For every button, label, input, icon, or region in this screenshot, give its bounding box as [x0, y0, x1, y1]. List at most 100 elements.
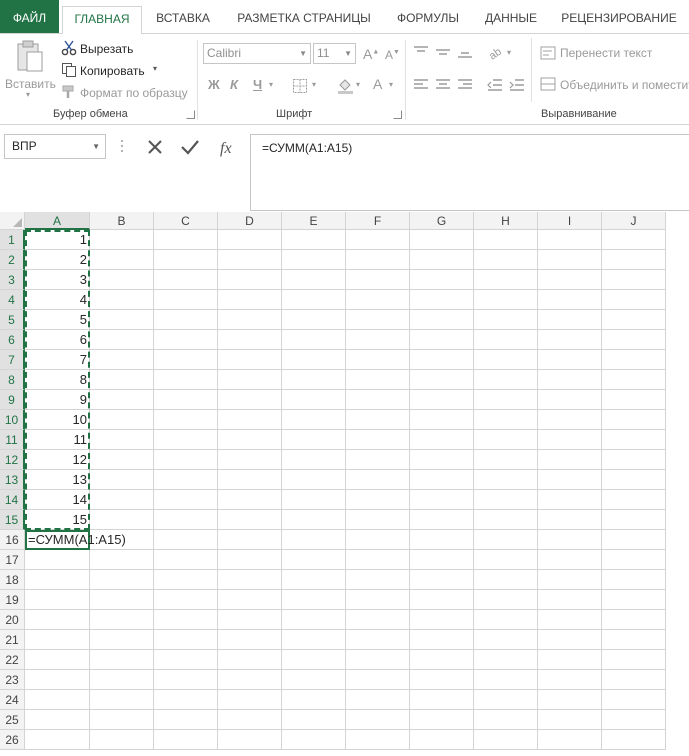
row-header-2[interactable]: 2 [0, 250, 25, 270]
cell-c13[interactable] [154, 470, 218, 490]
tab-file[interactable]: ФАЙЛ [0, 0, 59, 33]
cell-a22[interactable] [25, 650, 90, 670]
cell-e14[interactable] [282, 490, 346, 510]
cell-b26[interactable] [90, 730, 154, 750]
cell-b22[interactable] [90, 650, 154, 670]
row-header-18[interactable]: 18 [0, 570, 25, 590]
cell-j19[interactable] [602, 590, 666, 610]
cell-f22[interactable] [346, 650, 410, 670]
cell-i18[interactable] [538, 570, 602, 590]
row-header-12[interactable]: 12 [0, 450, 25, 470]
row-header-19[interactable]: 19 [0, 590, 25, 610]
cell-j10[interactable] [602, 410, 666, 430]
cell-f16[interactable] [346, 530, 410, 550]
cell-e10[interactable] [282, 410, 346, 430]
cut-button[interactable]: Вырезать [60, 38, 170, 58]
row-header-4[interactable]: 4 [0, 290, 25, 310]
cell-a25[interactable] [25, 710, 90, 730]
cell-g3[interactable] [410, 270, 474, 290]
cell-b2[interactable] [90, 250, 154, 270]
cell-g22[interactable] [410, 650, 474, 670]
cell-g7[interactable] [410, 350, 474, 370]
cell-c2[interactable] [154, 250, 218, 270]
cell-d26[interactable] [218, 730, 282, 750]
cell-j6[interactable] [602, 330, 666, 350]
cell-f21[interactable] [346, 630, 410, 650]
cell-b8[interactable] [90, 370, 154, 390]
cell-e20[interactable] [282, 610, 346, 630]
cell-d11[interactable] [218, 430, 282, 450]
borders-icon[interactable] [292, 78, 308, 94]
cell-e23[interactable] [282, 670, 346, 690]
cell-g5[interactable] [410, 310, 474, 330]
cell-i7[interactable] [538, 350, 602, 370]
cell-a4[interactable]: 4 [25, 290, 90, 310]
cell-a5[interactable]: 5 [25, 310, 90, 330]
cell-b3[interactable] [90, 270, 154, 290]
cell-i16[interactable] [538, 530, 602, 550]
cell-j15[interactable] [602, 510, 666, 530]
cell-j3[interactable] [602, 270, 666, 290]
row-header-7[interactable]: 7 [0, 350, 25, 370]
cell-c17[interactable] [154, 550, 218, 570]
cell-d25[interactable] [218, 710, 282, 730]
cell-a6[interactable]: 6 [25, 330, 90, 350]
cell-f14[interactable] [346, 490, 410, 510]
cell-i15[interactable] [538, 510, 602, 530]
align-right-icon[interactable] [457, 78, 473, 92]
cell-j16[interactable] [602, 530, 666, 550]
cell-h7[interactable] [474, 350, 538, 370]
cell-i4[interactable] [538, 290, 602, 310]
cell-b25[interactable] [90, 710, 154, 730]
cell-j14[interactable] [602, 490, 666, 510]
row-header-9[interactable]: 9 [0, 390, 25, 410]
tab-page-layout[interactable]: РАЗМЕТКА СТРАНИЦЫ [234, 0, 374, 33]
cell-h9[interactable] [474, 390, 538, 410]
cell-c26[interactable] [154, 730, 218, 750]
cell-e3[interactable] [282, 270, 346, 290]
cell-c9[interactable] [154, 390, 218, 410]
cell-h24[interactable] [474, 690, 538, 710]
chevron-down-icon[interactable]: ▾ [312, 80, 316, 89]
cell-i2[interactable] [538, 250, 602, 270]
cell-g2[interactable] [410, 250, 474, 270]
cell-c5[interactable] [154, 310, 218, 330]
decrease-indent-icon[interactable] [487, 78, 503, 92]
paste-button[interactable]: Вставить ▾ [4, 38, 56, 102]
cell-g9[interactable] [410, 390, 474, 410]
cell-i23[interactable] [538, 670, 602, 690]
cell-a9[interactable]: 9 [25, 390, 90, 410]
italic-button[interactable]: К [230, 77, 238, 92]
cell-g26[interactable] [410, 730, 474, 750]
align-middle-icon[interactable] [435, 45, 451, 59]
cell-b20[interactable] [90, 610, 154, 630]
cell-b9[interactable] [90, 390, 154, 410]
cell-c1[interactable] [154, 230, 218, 250]
chevron-down-icon[interactable]: ▾ [507, 48, 511, 57]
cell-i20[interactable] [538, 610, 602, 630]
cell-d19[interactable] [218, 590, 282, 610]
cell-h26[interactable] [474, 730, 538, 750]
cell-a1[interactable]: 1 [25, 230, 90, 250]
row-header-6[interactable]: 6 [0, 330, 25, 350]
cell-b6[interactable] [90, 330, 154, 350]
cell-e1[interactable] [282, 230, 346, 250]
cell-a7[interactable]: 7 [25, 350, 90, 370]
cell-a2[interactable]: 2 [25, 250, 90, 270]
cell-d3[interactable] [218, 270, 282, 290]
row-header-3[interactable]: 3 [0, 270, 25, 290]
cell-i17[interactable] [538, 550, 602, 570]
cell-g11[interactable] [410, 430, 474, 450]
fill-color-icon[interactable] [337, 77, 355, 95]
cell-j12[interactable] [602, 450, 666, 470]
cell-e25[interactable] [282, 710, 346, 730]
cell-h14[interactable] [474, 490, 538, 510]
cell-i22[interactable] [538, 650, 602, 670]
cell-e18[interactable] [282, 570, 346, 590]
cell-f25[interactable] [346, 710, 410, 730]
cell-i8[interactable] [538, 370, 602, 390]
cell-e22[interactable] [282, 650, 346, 670]
cell-a18[interactable] [25, 570, 90, 590]
increase-font-icon[interactable]: A▲ [363, 46, 379, 62]
dialog-launcher-icon[interactable] [186, 110, 195, 119]
